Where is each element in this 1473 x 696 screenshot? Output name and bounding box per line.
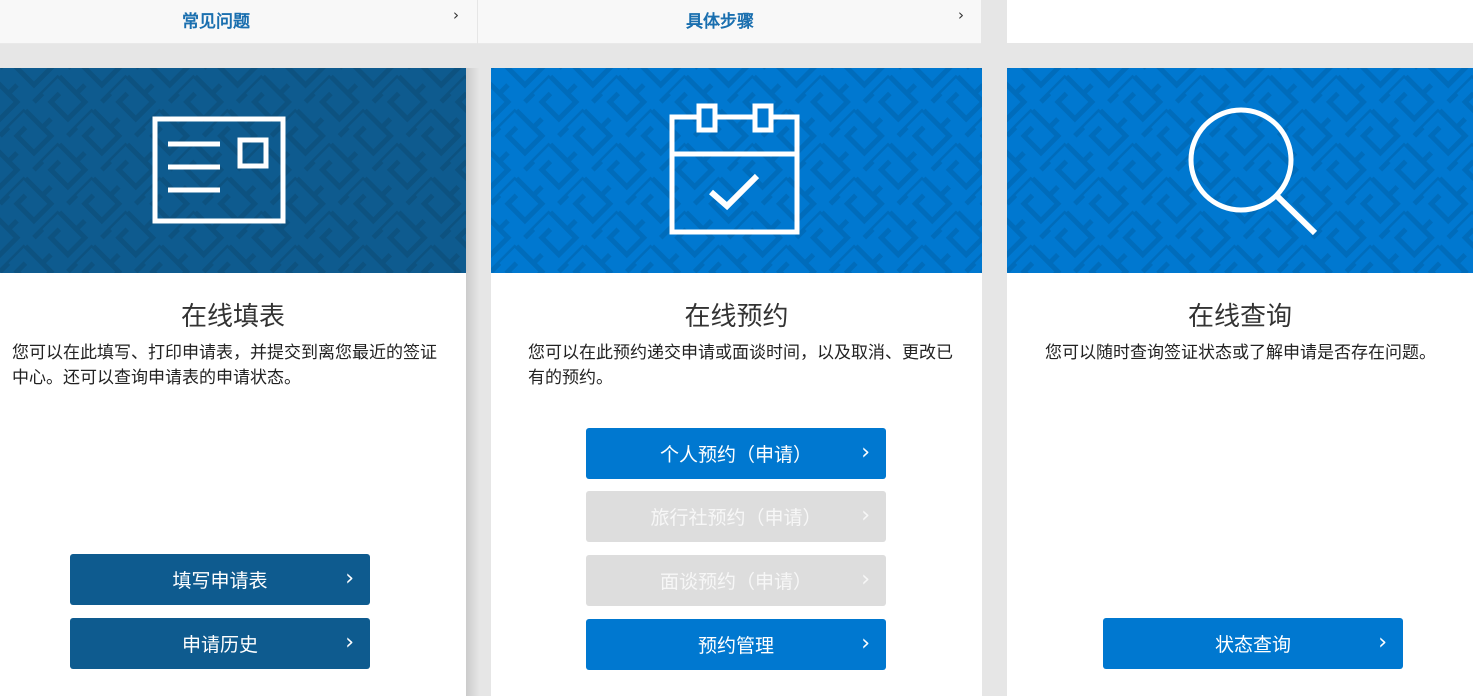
top-nav-faq[interactable]: 常见问题 › [0,0,477,44]
card-title: 在线填表 [180,302,285,332]
chevron-right-icon: › [861,631,870,656]
chevron-right-icon: › [453,6,459,24]
chevron-right-icon: › [861,440,870,465]
card-description: 您可以在此填写、打印申请表，并提交到离您最近的签证中心。还可以查询申请表的申请状… [12,343,437,388]
button-label: 填写申请表 [172,570,268,592]
card-shadow [466,68,480,696]
travel-agency-appointment-button[interactable]: 旅行社预约（申请） › [586,491,886,542]
button-label: 状态查询 [1214,634,1291,656]
steps-link[interactable]: 具体步骤 [686,7,754,32]
card-description: 您可以随时查询签证状态或了解申请是否存在问题。 [1045,343,1436,363]
chevron-right-icon: › [345,630,354,655]
card-online-query: 在线查询 您可以随时查询签证状态或了解申请是否存在问题。 状态查询 › [1007,68,1473,696]
fill-application-button[interactable]: 填写申请表 › [70,554,370,605]
button-label: 面谈预约（申请） [659,571,812,593]
faq-link[interactable]: 常见问题 [182,7,250,32]
application-history-button[interactable]: 申请历史 › [70,618,370,669]
card-online-appointment: 在线预约 您可以在此预约递交申请或面谈时间，以及取消、更改已有的预约。 个人预约… [491,68,982,696]
card-description: 您可以在此预约递交申请或面谈时间，以及取消、更改已有的预约。 [528,343,953,388]
card-hero-banner [1007,68,1473,273]
button-label: 申请历史 [181,634,258,656]
interview-appointment-button[interactable]: 面谈预约（申请） › [586,555,886,606]
card-title: 在线查询 [1187,302,1292,332]
button-label: 旅行社预约（申请） [650,507,822,529]
button-label: 个人预约（申请） [659,444,812,466]
chevron-right-icon: › [958,6,964,24]
top-nav-steps[interactable]: 具体步骤 › [478,0,981,44]
chevron-right-icon: › [861,503,870,528]
chevron-right-icon: › [861,567,870,592]
card-hero-banner [0,68,466,273]
status-query-button[interactable]: 状态查询 › [1103,618,1403,669]
button-label: 预约管理 [697,635,774,657]
card-online-form: 在线填表 您可以在此填写、打印申请表，并提交到离您最近的签证中心。还可以查询申请… [0,68,466,696]
top-nav-blank [1007,0,1473,43]
card-hero-banner [491,68,982,273]
calendar-check-icon [669,103,800,235]
manage-appointment-button[interactable]: 预约管理 › [586,619,886,670]
chevron-right-icon: › [345,566,354,591]
search-icon [1188,107,1318,236]
chevron-right-icon: › [1378,630,1387,655]
card-title: 在线预约 [684,302,789,332]
form-icon [152,116,286,224]
personal-appointment-button[interactable]: 个人预约（申请） › [586,428,886,479]
